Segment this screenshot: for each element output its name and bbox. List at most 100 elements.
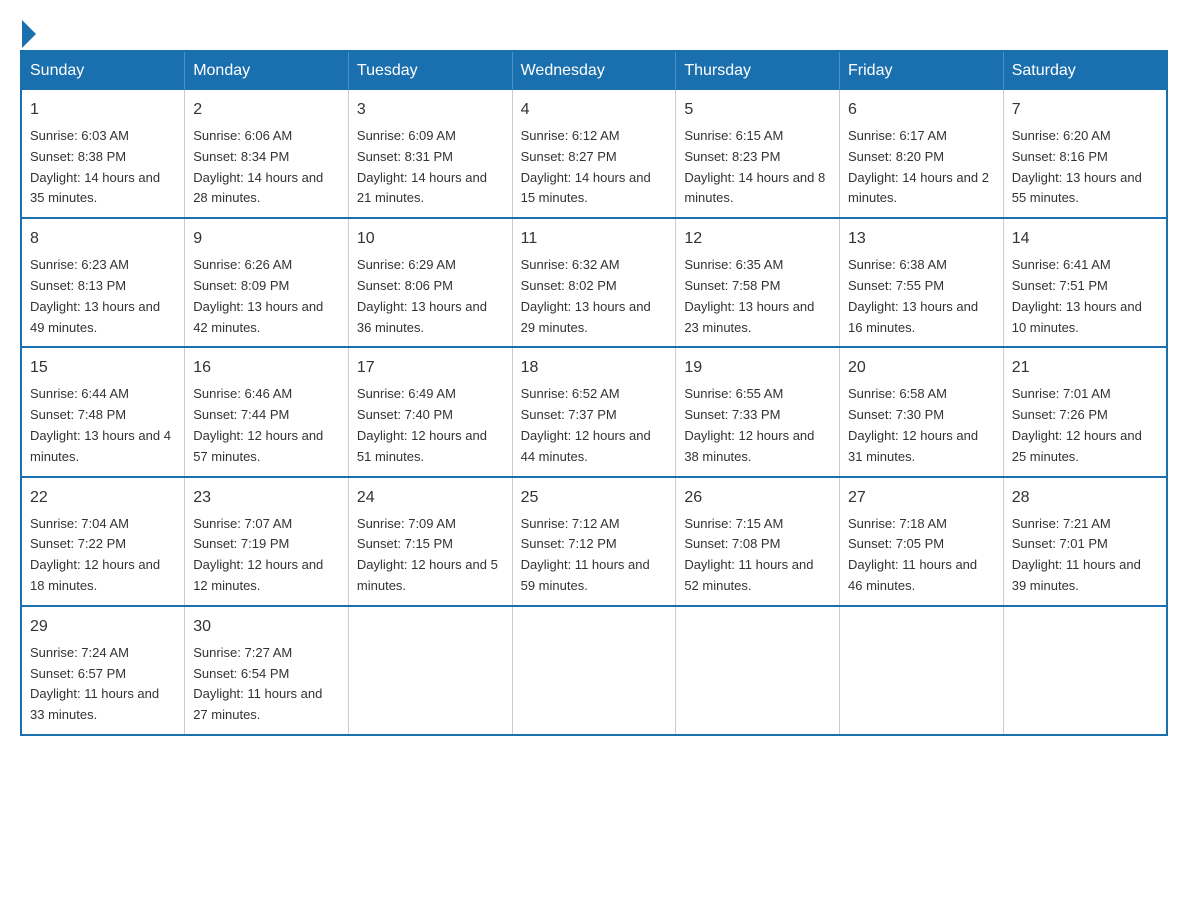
day-info: Sunrise: 6:41 AMSunset: 7:51 PMDaylight:…: [1012, 257, 1142, 334]
calendar-cell: 22 Sunrise: 7:04 AMSunset: 7:22 PMDaylig…: [21, 477, 185, 606]
day-number: 15: [30, 356, 176, 380]
day-info: Sunrise: 6:35 AMSunset: 7:58 PMDaylight:…: [684, 257, 814, 334]
calendar-cell: 2 Sunrise: 6:06 AMSunset: 8:34 PMDayligh…: [185, 90, 349, 218]
day-number: 26: [684, 486, 831, 510]
day-number: 3: [357, 98, 504, 122]
day-number: 11: [521, 227, 668, 251]
calendar-cell: [348, 606, 512, 735]
day-info: Sunrise: 6:38 AMSunset: 7:55 PMDaylight:…: [848, 257, 978, 334]
calendar-cell: 9 Sunrise: 6:26 AMSunset: 8:09 PMDayligh…: [185, 218, 349, 347]
day-number: 21: [1012, 356, 1158, 380]
day-info: Sunrise: 7:09 AMSunset: 7:15 PMDaylight:…: [357, 516, 498, 593]
weekday-header-saturday: Saturday: [1003, 51, 1167, 90]
day-info: Sunrise: 7:24 AMSunset: 6:57 PMDaylight:…: [30, 645, 159, 722]
day-number: 20: [848, 356, 995, 380]
day-info: Sunrise: 7:18 AMSunset: 7:05 PMDaylight:…: [848, 516, 977, 593]
day-info: Sunrise: 6:09 AMSunset: 8:31 PMDaylight:…: [357, 128, 487, 205]
day-info: Sunrise: 6:26 AMSunset: 8:09 PMDaylight:…: [193, 257, 323, 334]
day-info: Sunrise: 6:44 AMSunset: 7:48 PMDaylight:…: [30, 386, 171, 463]
day-number: 1: [30, 98, 176, 122]
day-number: 9: [193, 227, 340, 251]
weekday-header-wednesday: Wednesday: [512, 51, 676, 90]
day-info: Sunrise: 6:52 AMSunset: 7:37 PMDaylight:…: [521, 386, 651, 463]
weekday-header-row: SundayMondayTuesdayWednesdayThursdayFrid…: [21, 51, 1167, 90]
calendar-cell: 11 Sunrise: 6:32 AMSunset: 8:02 PMDaylig…: [512, 218, 676, 347]
day-info: Sunrise: 7:21 AMSunset: 7:01 PMDaylight:…: [1012, 516, 1141, 593]
day-info: Sunrise: 6:06 AMSunset: 8:34 PMDaylight:…: [193, 128, 323, 205]
day-info: Sunrise: 7:12 AMSunset: 7:12 PMDaylight:…: [521, 516, 650, 593]
day-number: 23: [193, 486, 340, 510]
day-number: 27: [848, 486, 995, 510]
day-number: 24: [357, 486, 504, 510]
calendar-cell: 13 Sunrise: 6:38 AMSunset: 7:55 PMDaylig…: [840, 218, 1004, 347]
calendar-cell: 29 Sunrise: 7:24 AMSunset: 6:57 PMDaylig…: [21, 606, 185, 735]
day-number: 30: [193, 615, 340, 639]
day-info: Sunrise: 7:04 AMSunset: 7:22 PMDaylight:…: [30, 516, 160, 593]
day-info: Sunrise: 6:58 AMSunset: 7:30 PMDaylight:…: [848, 386, 978, 463]
weekday-header-friday: Friday: [840, 51, 1004, 90]
day-info: Sunrise: 7:27 AMSunset: 6:54 PMDaylight:…: [193, 645, 322, 722]
day-info: Sunrise: 6:55 AMSunset: 7:33 PMDaylight:…: [684, 386, 814, 463]
day-number: 6: [848, 98, 995, 122]
day-info: Sunrise: 7:15 AMSunset: 7:08 PMDaylight:…: [684, 516, 813, 593]
day-info: Sunrise: 7:07 AMSunset: 7:19 PMDaylight:…: [193, 516, 323, 593]
calendar-cell: 14 Sunrise: 6:41 AMSunset: 7:51 PMDaylig…: [1003, 218, 1167, 347]
day-number: 4: [521, 98, 668, 122]
calendar-cell: 10 Sunrise: 6:29 AMSunset: 8:06 PMDaylig…: [348, 218, 512, 347]
calendar-cell: 5 Sunrise: 6:15 AMSunset: 8:23 PMDayligh…: [676, 90, 840, 218]
calendar-cell: 17 Sunrise: 6:49 AMSunset: 7:40 PMDaylig…: [348, 347, 512, 476]
calendar-cell: 8 Sunrise: 6:23 AMSunset: 8:13 PMDayligh…: [21, 218, 185, 347]
calendar-cell: 21 Sunrise: 7:01 AMSunset: 7:26 PMDaylig…: [1003, 347, 1167, 476]
calendar-week-2: 8 Sunrise: 6:23 AMSunset: 8:13 PMDayligh…: [21, 218, 1167, 347]
day-info: Sunrise: 6:12 AMSunset: 8:27 PMDaylight:…: [521, 128, 651, 205]
day-number: 10: [357, 227, 504, 251]
day-number: 19: [684, 356, 831, 380]
day-info: Sunrise: 6:17 AMSunset: 8:20 PMDaylight:…: [848, 128, 989, 205]
calendar-cell: 7 Sunrise: 6:20 AMSunset: 8:16 PMDayligh…: [1003, 90, 1167, 218]
calendar-cell: [676, 606, 840, 735]
calendar-table: SundayMondayTuesdayWednesdayThursdayFrid…: [20, 50, 1168, 736]
calendar-cell: [840, 606, 1004, 735]
day-number: 18: [521, 356, 668, 380]
day-number: 12: [684, 227, 831, 251]
calendar-cell: 1 Sunrise: 6:03 AMSunset: 8:38 PMDayligh…: [21, 90, 185, 218]
calendar-cell: 18 Sunrise: 6:52 AMSunset: 7:37 PMDaylig…: [512, 347, 676, 476]
calendar-cell: 25 Sunrise: 7:12 AMSunset: 7:12 PMDaylig…: [512, 477, 676, 606]
calendar-cell: 23 Sunrise: 7:07 AMSunset: 7:19 PMDaylig…: [185, 477, 349, 606]
day-info: Sunrise: 7:01 AMSunset: 7:26 PMDaylight:…: [1012, 386, 1142, 463]
day-number: 8: [30, 227, 176, 251]
calendar-cell: [1003, 606, 1167, 735]
calendar-cell: [512, 606, 676, 735]
calendar-cell: 30 Sunrise: 7:27 AMSunset: 6:54 PMDaylig…: [185, 606, 349, 735]
calendar-cell: 20 Sunrise: 6:58 AMSunset: 7:30 PMDaylig…: [840, 347, 1004, 476]
day-number: 14: [1012, 227, 1158, 251]
calendar-cell: 27 Sunrise: 7:18 AMSunset: 7:05 PMDaylig…: [840, 477, 1004, 606]
calendar-week-3: 15 Sunrise: 6:44 AMSunset: 7:48 PMDaylig…: [21, 347, 1167, 476]
weekday-header-tuesday: Tuesday: [348, 51, 512, 90]
logo-arrow-icon: [22, 20, 36, 48]
weekday-header-monday: Monday: [185, 51, 349, 90]
calendar-cell: 26 Sunrise: 7:15 AMSunset: 7:08 PMDaylig…: [676, 477, 840, 606]
calendar-cell: 16 Sunrise: 6:46 AMSunset: 7:44 PMDaylig…: [185, 347, 349, 476]
calendar-cell: 15 Sunrise: 6:44 AMSunset: 7:48 PMDaylig…: [21, 347, 185, 476]
day-info: Sunrise: 6:03 AMSunset: 8:38 PMDaylight:…: [30, 128, 160, 205]
day-number: 2: [193, 98, 340, 122]
day-number: 17: [357, 356, 504, 380]
day-info: Sunrise: 6:29 AMSunset: 8:06 PMDaylight:…: [357, 257, 487, 334]
calendar-cell: 24 Sunrise: 7:09 AMSunset: 7:15 PMDaylig…: [348, 477, 512, 606]
day-info: Sunrise: 6:23 AMSunset: 8:13 PMDaylight:…: [30, 257, 160, 334]
calendar-week-1: 1 Sunrise: 6:03 AMSunset: 8:38 PMDayligh…: [21, 90, 1167, 218]
calendar-week-4: 22 Sunrise: 7:04 AMSunset: 7:22 PMDaylig…: [21, 477, 1167, 606]
day-number: 29: [30, 615, 176, 639]
calendar-cell: 28 Sunrise: 7:21 AMSunset: 7:01 PMDaylig…: [1003, 477, 1167, 606]
day-number: 5: [684, 98, 831, 122]
calendar-cell: 12 Sunrise: 6:35 AMSunset: 7:58 PMDaylig…: [676, 218, 840, 347]
calendar-cell: 4 Sunrise: 6:12 AMSunset: 8:27 PMDayligh…: [512, 90, 676, 218]
day-number: 13: [848, 227, 995, 251]
day-info: Sunrise: 6:49 AMSunset: 7:40 PMDaylight:…: [357, 386, 487, 463]
calendar-cell: 6 Sunrise: 6:17 AMSunset: 8:20 PMDayligh…: [840, 90, 1004, 218]
day-number: 7: [1012, 98, 1158, 122]
logo: [20, 20, 38, 40]
weekday-header-sunday: Sunday: [21, 51, 185, 90]
day-number: 28: [1012, 486, 1158, 510]
